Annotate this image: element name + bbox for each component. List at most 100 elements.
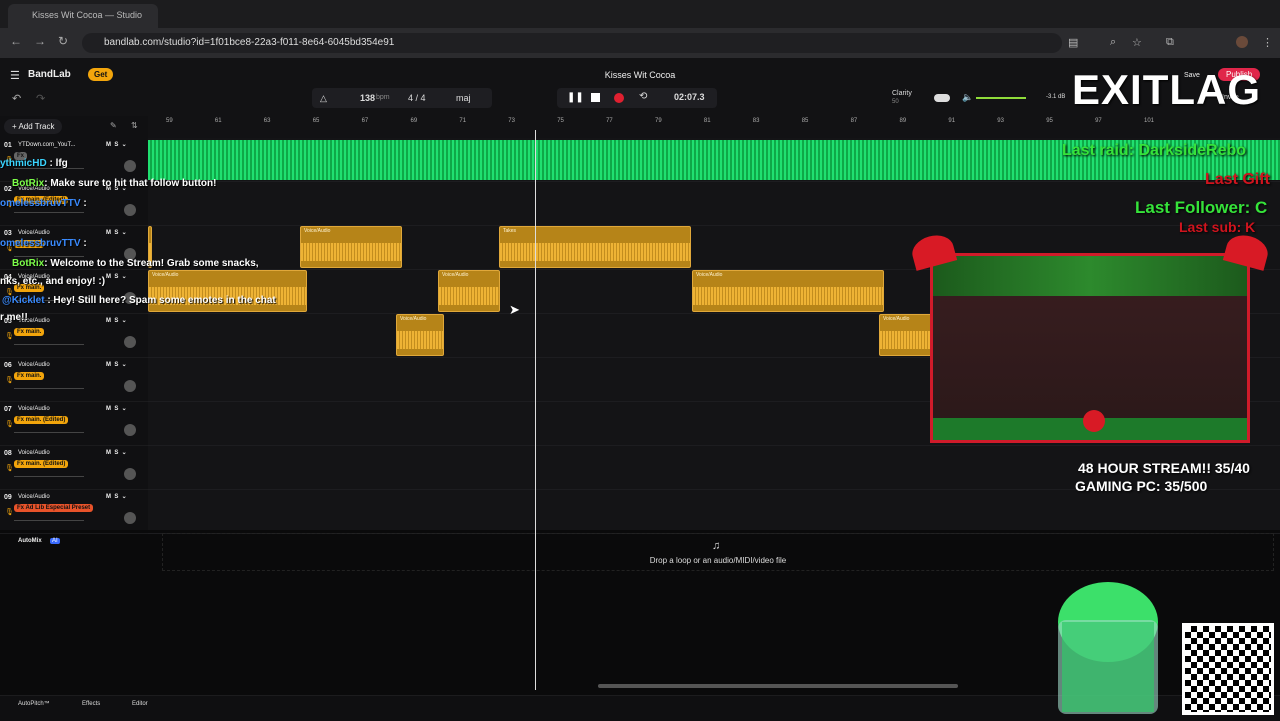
track-lane[interactable]	[148, 182, 1280, 226]
chat-message: r me!!	[0, 312, 28, 323]
audio-clip[interactable]: Takes	[499, 226, 691, 268]
chat-text: : lfg	[46, 158, 68, 169]
zoom-icon[interactable]: ⌕	[1110, 36, 1116, 49]
track-header[interactable]: 06 Voice/Audio M S ⌄ Fx main. 🎙	[0, 358, 148, 402]
mute-solo-buttons[interactable]: M S ⌄	[106, 405, 127, 412]
profile-avatar[interactable]	[1236, 36, 1248, 48]
track-name[interactable]: Voice/Audio	[18, 362, 50, 368]
pan-knob[interactable]	[124, 380, 136, 392]
track-number: 01	[4, 142, 12, 149]
track-volume-slider[interactable]	[14, 344, 84, 345]
stream-goal: 48 HOUR STREAM!! 35/40	[1078, 460, 1250, 476]
fx-badge[interactable]: Fx main.	[14, 328, 45, 336]
mute-solo-buttons[interactable]: M S ⌄	[106, 361, 127, 368]
automix-label[interactable]: AutoMix	[18, 538, 42, 544]
playhead[interactable]	[535, 130, 536, 690]
chat-message: nks, etc., and enjoy! :)	[0, 276, 105, 287]
speaker-icon[interactable]: 🔈	[962, 92, 973, 103]
audio-clip[interactable]: Voice/Audio	[396, 314, 444, 356]
undo-icon[interactable]: ↶	[12, 92, 21, 105]
clarity-label: Clarity	[892, 90, 912, 97]
forward-icon[interactable]: →	[34, 34, 46, 48]
editor-button[interactable]: Editor	[132, 701, 148, 707]
time-signature[interactable]: 4 / 4	[408, 88, 426, 108]
pan-knob[interactable]	[124, 160, 136, 172]
tempo-value[interactable]: 138	[360, 88, 375, 108]
horizontal-scrollbar[interactable]	[598, 684, 958, 688]
effects-button[interactable]: Effects	[82, 701, 100, 707]
track-name[interactable]: Voice/Audio	[18, 406, 50, 412]
add-track-button[interactable]: + Add Track	[4, 119, 63, 134]
fx-badge[interactable]: Fx Ad Lib Especial Preset	[14, 504, 94, 512]
record-icon[interactable]	[614, 93, 624, 103]
mute-solo-buttons[interactable]: M S ⌄	[106, 317, 127, 324]
last-raid: Last raid: DarksideRebo	[1062, 142, 1247, 159]
metronome-icon[interactable]: △	[320, 88, 327, 108]
browser-tabstrip	[0, 0, 1280, 28]
edit-icon[interactable]: ✎	[110, 121, 117, 130]
track-name[interactable]: Voice/Audio	[18, 494, 50, 500]
autopitch-button[interactable]: AutoPitch™	[18, 701, 50, 707]
address-bar[interactable]: bandlab.com/studio?id=1f01bce8-22a3-f011…	[82, 33, 1062, 53]
bandlab-logo[interactable]: BandLab	[28, 69, 71, 80]
track-volume-slider[interactable]	[14, 212, 84, 213]
browser-tab[interactable]: Kisses Wit Cocoa — Studio	[8, 4, 158, 28]
get-membership-button[interactable]: Get	[88, 68, 114, 81]
track-name[interactable]: Voice/Audio	[18, 230, 50, 236]
extensions-icon[interactable]: ⧉	[1166, 36, 1174, 49]
track-header[interactable]: 08 Voice/Audio M S ⌄ Fx main. (Edited) 🎙	[0, 446, 148, 490]
stop-icon[interactable]	[591, 93, 600, 102]
redo-icon[interactable]: ↷	[36, 92, 45, 105]
bookmark-icon[interactable]: ☆	[1132, 36, 1142, 49]
back-icon[interactable]: ←	[10, 34, 22, 48]
pan-knob[interactable]	[124, 204, 136, 216]
track-lane[interactable]	[148, 490, 1280, 534]
fx-badge[interactable]: Fx main. (Edited)	[14, 416, 69, 424]
clarity-toggle[interactable]	[934, 94, 950, 102]
audio-clip[interactable]: Voice/Audio	[438, 270, 500, 312]
chat-text: : Welcome to the Stream! Grab some snack…	[44, 258, 259, 269]
track-header[interactable]: 07 Voice/Audio M S ⌄ Fx main. (Edited) 🎙	[0, 402, 148, 446]
audio-clip[interactable]: Voice/Audio	[300, 226, 402, 268]
reload-icon[interactable]: ↻	[58, 34, 68, 48]
pan-knob[interactable]	[124, 468, 136, 480]
track-name[interactable]: Voice/Audio	[18, 450, 50, 456]
song-title[interactable]: Kisses Wit Cocoa	[560, 70, 720, 80]
mute-solo-buttons[interactable]: M S ⌄	[106, 229, 127, 236]
pan-knob[interactable]	[124, 336, 136, 348]
pan-knob[interactable]	[124, 424, 136, 436]
ruler-tick: 69	[410, 118, 418, 124]
browser-menu-icon[interactable]: ⋮	[1262, 36, 1273, 49]
sort-icon[interactable]: ⇅	[131, 121, 138, 130]
track-header[interactable]: 09 Voice/Audio M S ⌄ Fx Ad Lib Especial Pre…	[0, 490, 148, 534]
mute-solo-buttons[interactable]: M S ⌄	[106, 273, 127, 280]
pc-goal: GAMING PC: 35/500	[1075, 478, 1208, 494]
fx-badge[interactable]: Fx main. (Edited)	[14, 460, 69, 468]
mute-solo-buttons[interactable]: M S ⌄	[106, 449, 127, 456]
audio-clip[interactable]: Voice/Audio	[879, 314, 937, 356]
key-selector[interactable]: maj	[456, 88, 471, 108]
track-volume-slider[interactable]	[14, 432, 84, 433]
master-volume-slider[interactable]	[976, 97, 1026, 99]
fx-badge[interactable]: Fx main.	[14, 372, 45, 380]
loop-icon[interactable]: ⟲	[639, 91, 647, 102]
track-volume-slider[interactable]	[14, 388, 84, 389]
qr-code	[1182, 623, 1274, 715]
track-volume-slider[interactable]	[14, 476, 84, 477]
reader-icon[interactable]: ▤	[1068, 36, 1078, 49]
drop-zone[interactable]	[162, 533, 1274, 571]
mute-solo-buttons[interactable]: M S ⌄	[106, 141, 127, 148]
chat-text: :	[80, 238, 87, 249]
waveform	[500, 243, 690, 261]
audio-clip[interactable]: Voice/Audio	[692, 270, 884, 312]
ruler-tick: 93	[997, 118, 1004, 124]
pause-icon[interactable]: ❚❚	[567, 92, 584, 103]
track-name[interactable]: YTDown.com_YouT...	[18, 142, 75, 148]
track-volume-slider[interactable]	[14, 256, 84, 257]
transport-controls: ❚❚ ⟲ 02:07.3	[557, 88, 717, 108]
chat-message: ythmicHD : lfg	[0, 158, 68, 169]
mute-solo-buttons[interactable]: M S ⌄	[106, 493, 127, 500]
pan-knob[interactable]	[124, 512, 136, 524]
track-volume-slider[interactable]	[14, 520, 84, 521]
menu-icon[interactable]: ☰	[10, 69, 20, 82]
